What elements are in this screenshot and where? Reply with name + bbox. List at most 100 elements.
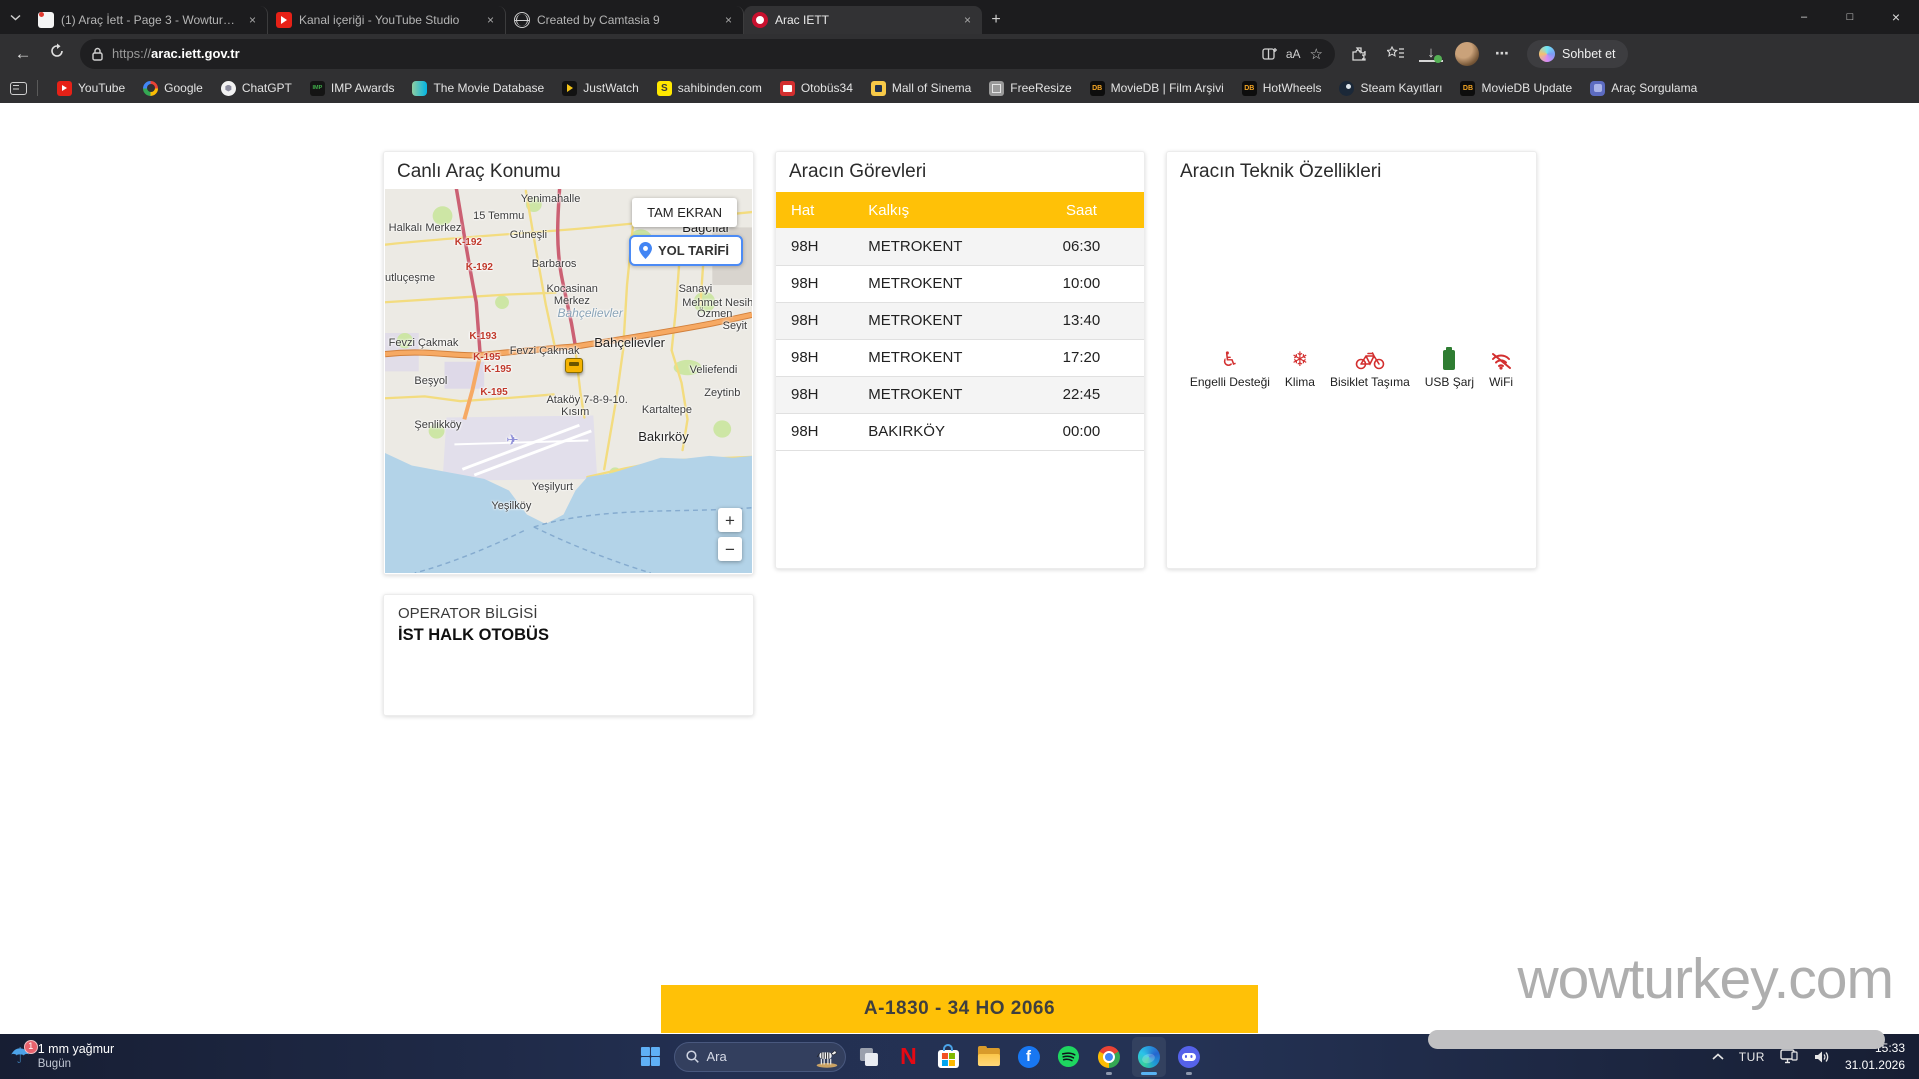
duty-rows: 98HMETROKENT06:3098HMETROKENT10:0098HMET…: [776, 228, 1144, 450]
map-card-title: Canlı Araç Konumu: [384, 152, 753, 188]
map-label: Yenimahalle: [521, 193, 581, 205]
bookmark-item[interactable]: FreeResize: [980, 76, 1080, 100]
weather-summary: 1 mm yağmur: [38, 1042, 114, 1058]
favorite-star-icon[interactable]: ☆: [1310, 45, 1323, 63]
volume-icon[interactable]: [1814, 1050, 1830, 1064]
language-indicator[interactable]: TUR: [1739, 1050, 1765, 1064]
browser-tab[interactable]: Kanal içeriği - YouTube Studio ×: [268, 6, 506, 34]
tab-close-icon[interactable]: ×: [484, 13, 497, 27]
edge-taskbar-button[interactable]: [1131, 1037, 1165, 1077]
notification-badge: 1: [24, 1040, 38, 1054]
back-button[interactable]: ←: [12, 44, 34, 64]
bus-marker[interactable]: [565, 358, 583, 373]
bookmark-item[interactable]: IMPIMP Awards: [301, 76, 404, 100]
map-label: Bahçelievler: [594, 335, 665, 350]
weather-widget[interactable]: ☂1 1 mm yağmur Bugün: [0, 1042, 114, 1072]
bookmark-item[interactable]: The Movie Database: [403, 76, 553, 100]
explorer-taskbar-button[interactable]: [971, 1037, 1005, 1077]
browser-tab[interactable]: Arac IETT×: [744, 6, 982, 34]
bookmarks-list: YouTubeGoogle ChatGPT IMPIMP AwardsThe Mov…: [48, 76, 1706, 100]
map-label: Sanayi: [679, 283, 713, 295]
tab-close-icon[interactable]: ×: [246, 13, 259, 27]
discord-taskbar-button[interactable]: [1171, 1037, 1205, 1077]
operator-card: OPERATOR BİLGİSİ İST HALK OTOBÜS: [383, 594, 754, 716]
ms-store-icon: [938, 1050, 959, 1068]
translate-icon[interactable]: aA: [1286, 47, 1301, 61]
zoom-in-button[interactable]: +: [718, 508, 742, 532]
favorites-bar-icon[interactable]: [1383, 46, 1407, 61]
bookmark-item[interactable]: Ssahibinden.com: [648, 76, 771, 100]
close-button[interactable]: ×: [1873, 0, 1919, 34]
map[interactable]: Yenimahalle15 TemmuHalkalı MerkezGüneşli…: [385, 189, 752, 573]
netflix-taskbar-button[interactable]: N: [891, 1037, 925, 1077]
globe-favicon: [514, 12, 530, 28]
bookmark-item[interactable]: Mall of Sinema: [862, 76, 980, 100]
fullscreen-button[interactable]: TAM EKRAN: [632, 198, 737, 227]
tab-close-icon[interactable]: ×: [961, 13, 974, 27]
downloads-icon[interactable]: ↓: [1419, 46, 1443, 62]
refresh-button[interactable]: [46, 43, 68, 64]
tab-search-chevron-icon[interactable]: [0, 0, 30, 34]
maximize-button[interactable]: □: [1827, 0, 1873, 34]
browser-tab[interactable]: (1) Araç İett - Page 3 - Wowturkey×: [30, 6, 268, 34]
duties-header-row: Hat Kalkış Saat: [776, 192, 1144, 228]
address-bar[interactable]: https://arac.iett.gov.tr aA ☆: [80, 39, 1335, 69]
search-highlight-zebra-image[interactable]: [812, 1045, 840, 1069]
horizontal-scrollbar[interactable]: [1428, 1030, 1885, 1049]
bookmark-label: ChatGPT: [242, 81, 292, 95]
bookmark-label: Otobüs34: [801, 81, 853, 95]
duty-row: 98HMETROKENT10:00: [776, 265, 1144, 302]
chatgpt-icon: [221, 81, 236, 96]
chrome-taskbar-button[interactable]: [1091, 1037, 1125, 1077]
zoom-out-button[interactable]: −: [718, 537, 742, 561]
duty-row: 98HBAKIRKÖY00:00: [776, 413, 1144, 450]
taskview-taskbar-button[interactable]: [851, 1037, 885, 1077]
bookmark-item[interactable]: Araç Sorgulama: [1581, 76, 1706, 100]
db-icon: DB: [1242, 81, 1257, 96]
split-screen-icon[interactable]: [1262, 47, 1277, 60]
spotify-taskbar-button[interactable]: [1051, 1037, 1085, 1077]
tray-chevron-icon[interactable]: [1712, 1053, 1724, 1060]
arac-icon: [1590, 81, 1605, 96]
tab-close-icon[interactable]: ×: [722, 13, 735, 27]
bookmark-item[interactable]: DBMovieDB | Film Arşivi: [1081, 76, 1233, 100]
feature-label: Bisiklet Taşıma: [1330, 375, 1410, 389]
browser-tab[interactable]: Created by Camtasia 9×: [506, 6, 744, 34]
weather-day: Bugün: [38, 1057, 114, 1071]
taskbar-search[interactable]: Ara: [673, 1042, 845, 1072]
sahibinden-icon: S: [657, 81, 672, 96]
wheelchair-icon: ♿: [1221, 346, 1239, 370]
bookmark-item[interactable]: Steam Kayıtları: [1330, 76, 1451, 100]
extensions-icon[interactable]: [1347, 46, 1371, 62]
store-taskbar-button[interactable]: [931, 1037, 965, 1077]
map-label: Ataköy 7-8-9-10.: [546, 394, 627, 406]
copilot-button[interactable]: Sohbet et: [1527, 40, 1628, 68]
profile-avatar[interactable]: [1455, 42, 1479, 66]
map-label: ✈: [506, 431, 519, 449]
page-content: Canlı Araç Konumu: [0, 103, 1919, 1034]
new-tab-button[interactable]: +: [982, 6, 1010, 34]
browser-toolbar: ← https://arac.iett.gov.tr aA ☆ ↓ ⋯ Sohb…: [0, 34, 1919, 73]
divider: [37, 80, 38, 96]
bookmark-item[interactable]: YouTube: [48, 76, 134, 100]
bookmark-item[interactable]: ChatGPT: [212, 76, 301, 100]
bookmark-item[interactable]: Otobüs34: [771, 76, 862, 100]
wowturkey-favicon: [38, 12, 54, 28]
facebook-taskbar-button[interactable]: f: [1011, 1037, 1045, 1077]
start-button[interactable]: [633, 1037, 667, 1077]
map-label: Yeşilyurt: [532, 481, 573, 493]
feature-label: USB Şarj: [1425, 375, 1474, 389]
bookmark-item[interactable]: DBMovieDB Update: [1451, 76, 1581, 100]
tab-strip-tabs: (1) Araç İett - Page 3 - Wowturkey×Kanal…: [30, 0, 982, 34]
map-label: Bahçelievler: [557, 306, 622, 320]
directions-button[interactable]: YOL TARİFİ: [629, 235, 743, 266]
bookmark-item[interactable]: JustWatch: [553, 76, 648, 100]
tab-title: Kanal içeriği - YouTube Studio: [299, 13, 477, 27]
minimize-button[interactable]: –: [1781, 0, 1827, 34]
network-display-icon[interactable]: [1780, 1049, 1799, 1064]
bookmarks-panel-icon[interactable]: [10, 82, 27, 95]
bookmark-item[interactable]: Google: [134, 76, 212, 100]
map-label: Kartaltepe: [642, 404, 692, 416]
bookmark-item[interactable]: DBHotWheels: [1233, 76, 1331, 100]
settings-more-icon[interactable]: ⋯: [1491, 45, 1515, 62]
